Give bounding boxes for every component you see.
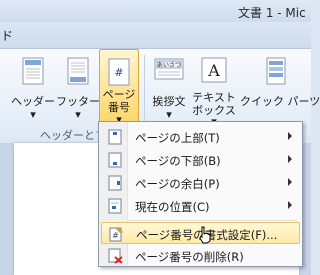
footer-dropdown-arrow: ▾ [75, 108, 81, 121]
menu-item-label: ページ番号の削除(R) [135, 250, 244, 264]
header-label: ヘッダー [11, 95, 55, 108]
submenu-arrow-icon [288, 178, 292, 186]
svg-text:#: # [112, 231, 119, 240]
menu-item-page-margin[interactable]: ページの余白(P) [101, 172, 300, 194]
greeting-label: 挨拶文 [152, 95, 186, 108]
hand-cursor-icon [198, 226, 212, 247]
textbox-button[interactable]: A テキスト ボックス ▾ [190, 49, 238, 128]
page-number-button[interactable]: # ページ 番号 ▾ [99, 49, 139, 127]
page-margin-icon [107, 175, 123, 191]
menu-item-remove-page-number[interactable]: ページ番号の削除(R) [101, 245, 300, 267]
submenu-arrow-icon [288, 155, 292, 163]
menu-item-label: 現在の位置(C) [135, 200, 210, 214]
header-icon [22, 57, 44, 88]
menu-item-page-bottom[interactable]: ページの下部(B) [101, 149, 300, 171]
svg-text:あいさつ: あいさつ [157, 62, 181, 69]
submenu-arrow-icon [288, 132, 292, 140]
submenu-arrow-icon [288, 201, 292, 209]
textbox-icon: A [201, 57, 227, 86]
greeting-icon: あいさつ [154, 57, 184, 86]
ribbon-tab-fragment[interactable]: ド [1, 27, 13, 44]
menu-item-current-position[interactable]: 現在の位置(C) [101, 195, 300, 217]
menu-item-page-top[interactable]: ページの上部(T) [101, 126, 300, 148]
title-bar: 文書 1 - Mic [0, 0, 311, 22]
svg-text:#: # [114, 66, 123, 79]
remove-page-number-icon [107, 248, 123, 264]
page-number-label-line1: ページ [102, 88, 136, 101]
menu-item-label: ページの上部(T) [135, 131, 220, 145]
greeting-button[interactable]: あいさつ 挨拶文 ▾ [148, 49, 190, 127]
ribbon-tab-row: ド [0, 22, 311, 48]
menu-item-label: ページの下部(B) [135, 154, 221, 168]
page-top-icon [107, 129, 123, 145]
window-title: 文書 1 - Mic [238, 6, 306, 20]
menu-item-label: ページの余白(P) [135, 177, 220, 191]
greeting-dropdown-arrow: ▾ [166, 108, 172, 121]
header-dropdown-arrow: ▾ [30, 108, 36, 121]
quick-parts-icon [266, 57, 286, 88]
quick-parts-label: クイック パーツ [240, 95, 320, 108]
header-button[interactable]: ヘッダー ▾ [10, 49, 56, 127]
svg-text:A: A [207, 61, 220, 80]
footer-label: フッター [56, 95, 100, 108]
current-position-icon [107, 198, 123, 214]
format-page-number-icon: # [108, 226, 124, 242]
page-number-icon: # [108, 58, 130, 89]
footer-button[interactable]: フッター ▾ [56, 49, 100, 127]
page-bottom-icon [107, 152, 123, 168]
textbox-label-line1: テキスト [192, 91, 236, 104]
menu-separator [129, 220, 297, 221]
quick-parts-button[interactable]: クイック パーツ [238, 49, 320, 127]
footer-icon [67, 57, 89, 88]
